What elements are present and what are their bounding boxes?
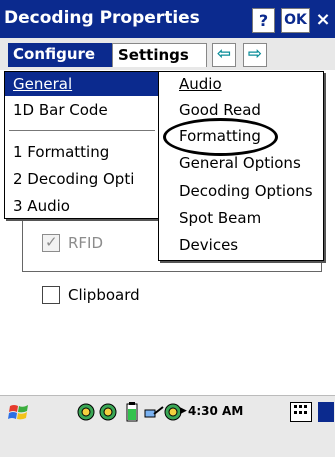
submenu-item-audio[interactable]: Audio xyxy=(159,72,323,96)
network-icon[interactable] xyxy=(76,402,96,422)
highlight-ellipse xyxy=(163,118,278,156)
settings-submenu: Audio Good Read Formatting General Optio… xyxy=(158,71,324,261)
submenu-item-decoding-options[interactable]: Decoding Options xyxy=(159,179,323,203)
tab-settings[interactable]: Settings xyxy=(112,43,207,67)
network-icon-2[interactable] xyxy=(98,402,118,422)
windows-start-icon[interactable] xyxy=(8,402,30,424)
clock[interactable]: 4:30 AM xyxy=(188,404,243,418)
menu-item-label: General xyxy=(13,75,73,93)
menu-item-general[interactable]: General xyxy=(5,72,159,96)
menu-item-1d-bar-code[interactable]: 1D Bar Code xyxy=(5,98,159,122)
menu-item-formatting[interactable]: 1 Formatting xyxy=(5,140,159,164)
submenu-item-spot-beam[interactable]: Spot Beam xyxy=(159,206,323,230)
rfid-checkbox[interactable]: ✓ xyxy=(42,233,60,252)
scroll-left-button[interactable]: ⇦ xyxy=(212,43,236,67)
scroll-right-button[interactable]: ⇨ xyxy=(243,43,267,67)
submenu-item-label: Audio xyxy=(179,75,222,93)
input-panel-icon[interactable] xyxy=(318,402,334,422)
battery-icon[interactable] xyxy=(122,402,142,422)
clipboard-label: Clipboard xyxy=(68,286,140,304)
help-button[interactable]: ? xyxy=(252,8,275,33)
connectivity-icon[interactable] xyxy=(144,402,164,422)
window-title: Decoding Properties xyxy=(4,8,200,28)
taskbar: ▶ 4:30 AM xyxy=(0,395,335,457)
title-bar: Decoding Properties ? OK × xyxy=(0,0,335,38)
rfid-label: RFID xyxy=(68,234,104,252)
submenu-item-devices[interactable]: Devices xyxy=(159,233,323,257)
keyboard-icon[interactable] xyxy=(290,402,312,422)
tab-configure[interactable]: Configure xyxy=(8,43,112,67)
close-button[interactable]: × xyxy=(314,10,332,35)
ok-button[interactable]: OK xyxy=(281,8,310,33)
clipboard-checkbox[interactable] xyxy=(42,286,60,304)
tray-arrow-icon[interactable]: ▶ xyxy=(180,406,187,416)
menu-item-decoding-options[interactable]: 2 Decoding Opti xyxy=(5,167,159,191)
menu-separator xyxy=(9,130,155,131)
configure-menu: General 1D Bar Code 1 Formatting 2 Decod… xyxy=(4,71,160,219)
menu-item-audio[interactable]: 3 Audio xyxy=(5,194,159,218)
checkmark-icon: ✓ xyxy=(45,233,58,251)
tab-row: Configure Settings ⇦ ⇨ xyxy=(0,38,335,70)
